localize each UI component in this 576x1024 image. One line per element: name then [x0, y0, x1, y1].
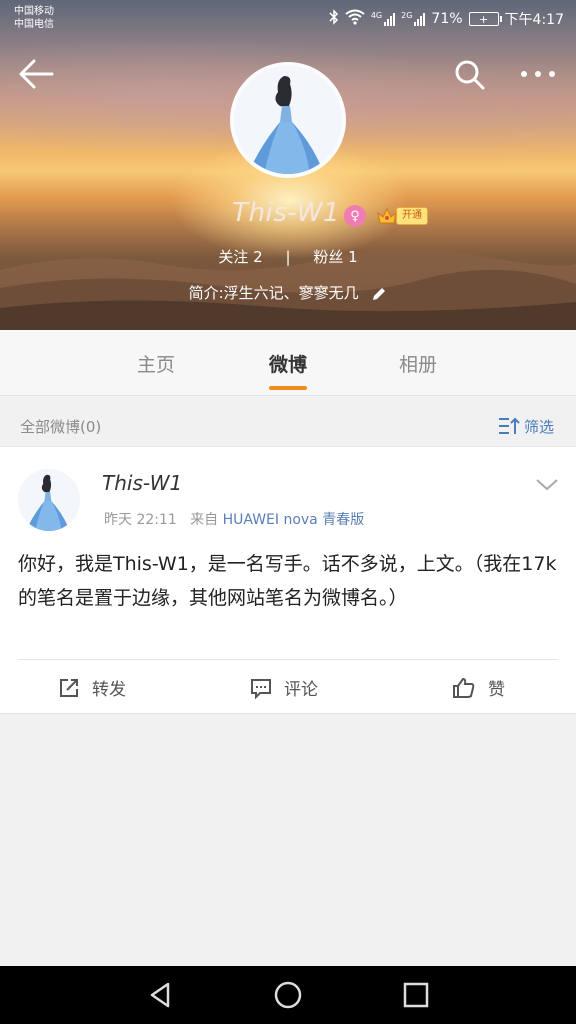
vip-open-label: 开通 [396, 207, 428, 225]
square-recent-icon [403, 982, 429, 1008]
filter-row: 全部微博(0) 筛选 [0, 406, 576, 446]
profile-bio[interactable]: 简介:浮生六记、寥寥无几 [0, 282, 576, 303]
post-body: 你好，我是This-W1，是一名写手。话不多说，上文。（我在17k的笔名是置于边… [18, 553, 557, 609]
wifi-icon [345, 9, 365, 29]
crown-icon [377, 207, 397, 224]
post-time: 昨天 22:11 [104, 512, 177, 528]
thumbs-up-icon [453, 677, 475, 698]
filter-label: 筛选 [524, 417, 555, 436]
comment-label: 评论 [284, 680, 318, 700]
tab-album[interactable]: 相册 [378, 350, 458, 377]
post-author-name[interactable]: This-W1 [102, 471, 182, 495]
more-button[interactable] [516, 56, 560, 92]
bio-text: 简介:浮生六记、寥寥无几 [188, 284, 359, 302]
female-icon: ♀ [344, 205, 366, 227]
avatar-girl-illustration-icon [234, 66, 342, 174]
clock: 下午4:17 [504, 12, 564, 28]
comment-button[interactable]: 评论 [250, 675, 318, 700]
triangle-back-icon [150, 982, 170, 1008]
nav-home-button[interactable] [273, 980, 303, 1010]
carrier-2: 中国电信 [14, 19, 54, 30]
like-label: 赞 [488, 680, 505, 700]
battery-percent: 71% [431, 11, 463, 27]
following-stat[interactable]: 关注 2 [218, 246, 262, 267]
repost-label: 转发 [92, 680, 126, 700]
comment-icon [251, 678, 271, 699]
chevron-down-icon [536, 479, 558, 491]
profile-username: This-W1 [232, 198, 340, 228]
profile-avatar[interactable] [230, 62, 346, 178]
status-bar: 中国移动 中国电信 4G 2G 71% + 下午4:17 [0, 0, 576, 38]
pencil-icon [373, 287, 386, 300]
all-posts-label: 全部微博(0) [20, 418, 102, 436]
tab-home[interactable]: 主页 [116, 350, 196, 377]
signal-icon-1 [384, 12, 396, 26]
followers-count: 1 [348, 248, 358, 266]
bluetooth-icon [329, 9, 339, 29]
profile-header: 中国移动 中国电信 4G 2G 71% + 下午4:17 This-W1 ♀ 开… [0, 0, 576, 330]
status-indicators: 4G 2G 71% + 下午4:17 [329, 9, 564, 29]
post-action-bar: 转发 评论 赞 [0, 669, 576, 711]
nav-back-button[interactable] [146, 980, 176, 1010]
network-type-1: 4G [370, 10, 383, 20]
filter-button[interactable]: 筛选 [498, 414, 554, 438]
following-label: 关注 [218, 248, 249, 266]
post-avatar[interactable] [18, 469, 80, 531]
profile-tabs: 主页 微博 相册 [0, 330, 576, 396]
post-divider [18, 659, 558, 660]
arrow-left-icon [19, 59, 54, 89]
post-source[interactable]: HUAWEI nova 青春版 [223, 512, 365, 528]
filter-icon [499, 417, 520, 434]
active-tab-indicator [269, 386, 307, 390]
signal-icon-2 [414, 12, 426, 26]
following-count: 2 [253, 248, 263, 266]
carrier-info: 中国移动 中国电信 [14, 5, 54, 31]
avatar-girl-illustration-icon [18, 469, 80, 531]
post-meta: 昨天 22:11 来自 HUAWEI nova 青春版 [104, 509, 364, 529]
vip-badge[interactable]: 开通 [376, 205, 434, 227]
back-button[interactable] [16, 56, 58, 92]
post-options-button[interactable] [534, 475, 560, 495]
search-button[interactable] [450, 56, 490, 92]
more-dots-icon [521, 71, 555, 77]
network-type-2: 2G [401, 10, 413, 20]
like-button[interactable]: 赞 [452, 675, 505, 700]
repost-button[interactable]: 转发 [58, 675, 126, 700]
header-mountains [0, 249, 576, 330]
tab-weibo[interactable]: 微博 [248, 350, 328, 377]
share-icon [60, 678, 78, 697]
battery-icon: + [468, 12, 502, 26]
followers-stat[interactable]: 粉丝 1 [313, 246, 357, 267]
post-source-prefix: 来自 [190, 512, 219, 528]
carrier-1: 中国移动 [14, 6, 54, 17]
search-icon [455, 60, 485, 90]
follow-stats: 关注 2 | 粉丝 1 [0, 246, 576, 267]
system-nav-bar [0, 966, 576, 1024]
stat-divider: | [285, 248, 291, 266]
nav-recent-button[interactable] [401, 980, 431, 1010]
followers-label: 粉丝 [313, 248, 344, 266]
circle-home-icon [274, 981, 302, 1009]
post-card[interactable]: This-W1 昨天 22:11 来自 HUAWEI nova 青春版 你好，我… [0, 446, 576, 714]
